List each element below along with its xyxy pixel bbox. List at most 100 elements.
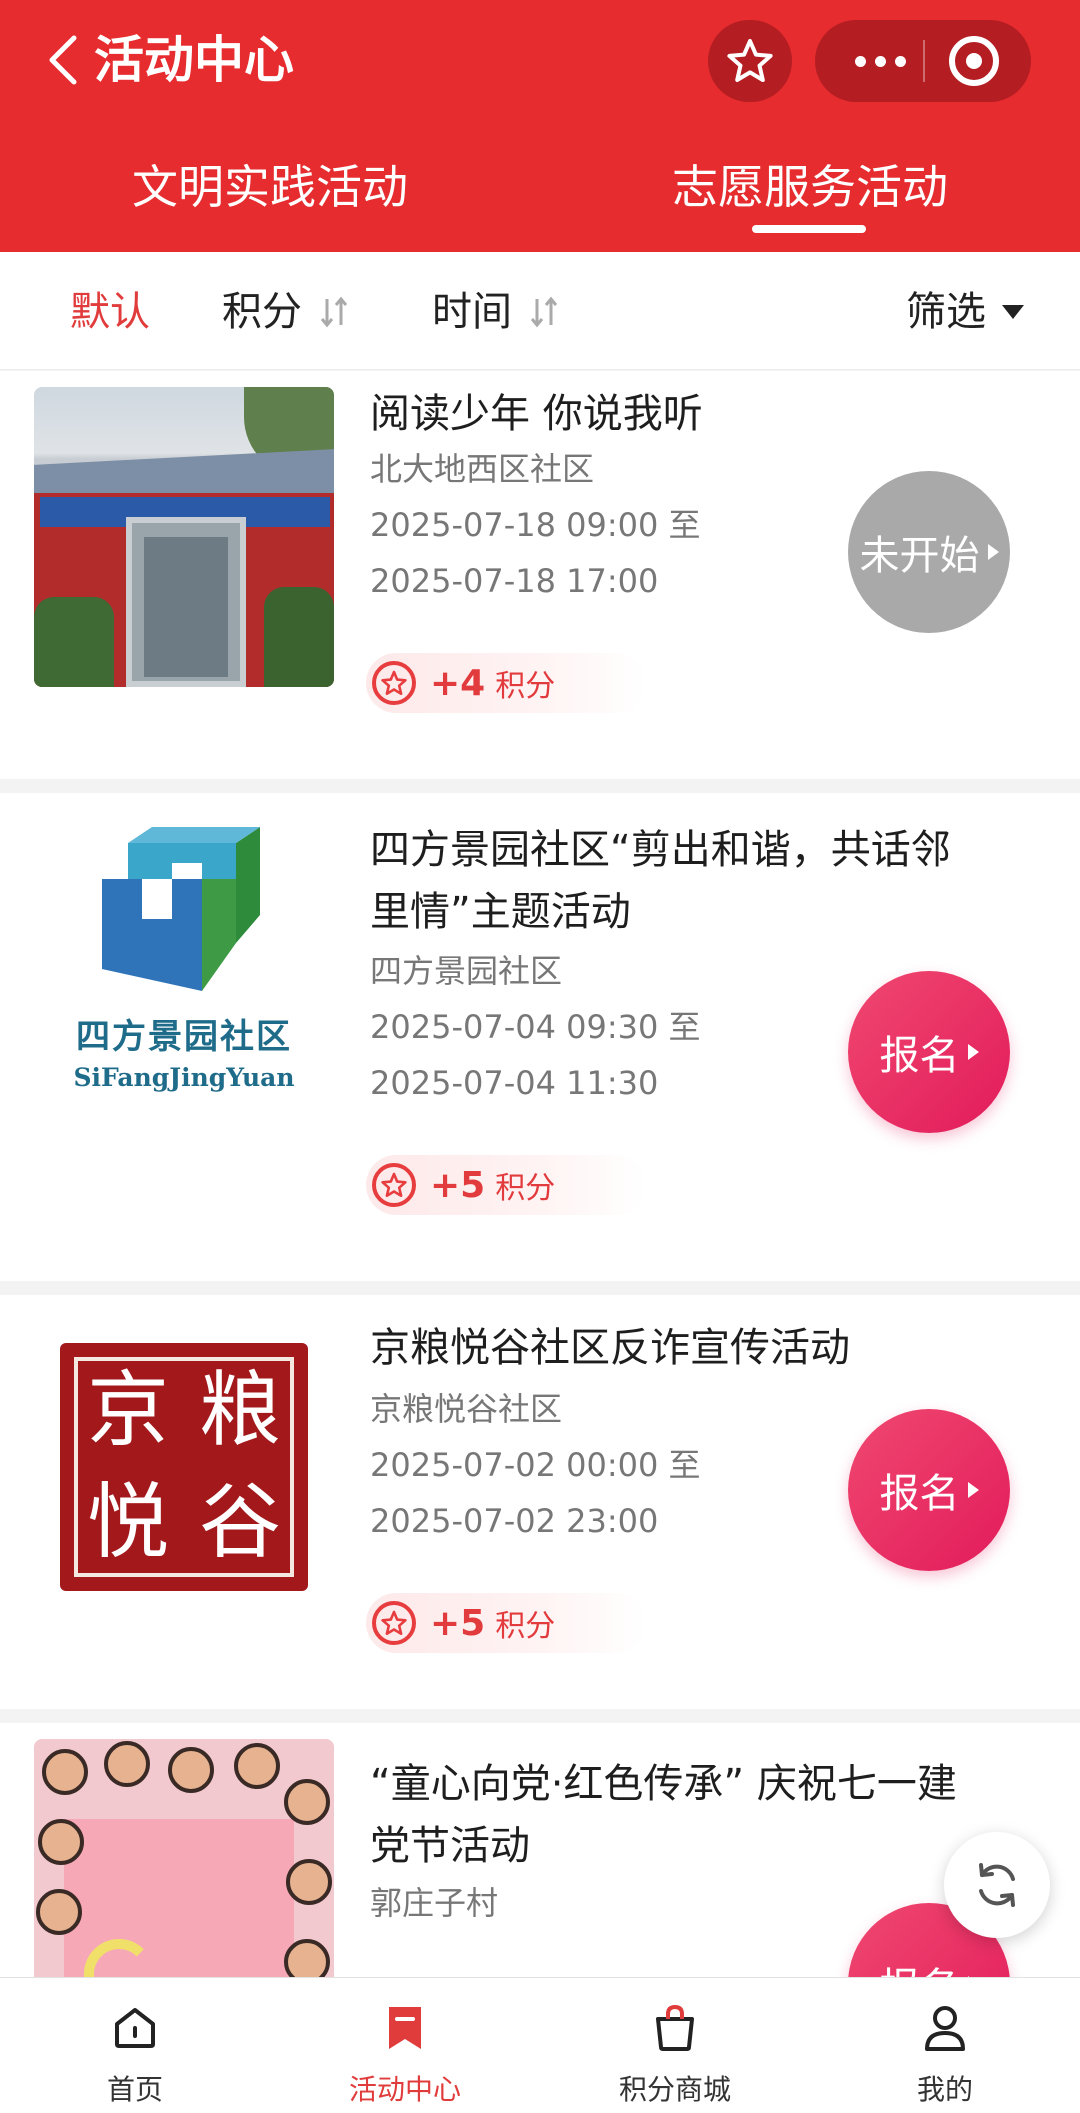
activity-meta: 京粮悦谷社区 2025-07-02 00:00 至 2025-07-02 23:… — [370, 1381, 701, 1549]
dot-icon — [874, 55, 886, 67]
seal-char: 谷 — [198, 1475, 281, 1570]
activity-card[interactable]: 四方景园社区 SiFangJingYuan 四方景园社区“剪出和谐，共话邻里情”… — [0, 793, 1080, 1281]
seal-logo: 京 粮 悦 谷 — [60, 1343, 308, 1591]
activity-title: 四方景园社区“剪出和谐，共话邻里情”主题活动 — [370, 827, 951, 935]
tabbar-item-home[interactable]: 首页 — [0, 1978, 270, 2113]
activity-card[interactable]: 京 粮 悦 谷 京粮悦谷社区反诈宣传活动 京粮悦谷社区 2025-07-02 0… — [0, 1295, 1080, 1709]
dot-icon — [894, 55, 906, 67]
tabbar-label: 首页 — [106, 2073, 163, 2106]
refresh-button[interactable] — [944, 1832, 1050, 1938]
tab-civilization-practice[interactable]: 文明实践活动 — [100, 152, 440, 222]
points-badge: +4 积分 — [366, 653, 646, 713]
activity-list: 阅读少年 你说我听 北大地西区社区 2025-07-18 09:00 至 202… — [0, 371, 1080, 1977]
activity-thumbnail: 京 粮 悦 谷 — [34, 1315, 334, 1615]
target-dot-icon — [966, 53, 982, 69]
activity-end-time: 2025-07-18 17:00 — [370, 562, 659, 600]
favorite-button[interactable] — [708, 20, 792, 102]
seal-char: 悦 — [86, 1475, 169, 1570]
dot-icon — [854, 55, 866, 67]
action-label: 报名 — [880, 1955, 960, 1977]
close-miniprogram-button[interactable] — [949, 36, 999, 86]
miniprogram-capsule — [815, 20, 1031, 102]
filter-label: 筛选 — [906, 289, 986, 335]
sort-default[interactable]: 默认 — [70, 282, 150, 342]
sort-points-label: 积分 — [222, 289, 302, 335]
tabbar-label: 积分商城 — [618, 2073, 731, 2106]
star-icon — [727, 39, 773, 82]
shopping-bag-icon — [649, 2002, 701, 2054]
activity-meta: 四方景园社区 2025-07-04 09:30 至 2025-07-04 11:… — [370, 943, 701, 1111]
activity-start-time: 2025-07-02 00:00 至 — [370, 1446, 701, 1484]
seal-char: 粮 — [198, 1363, 281, 1458]
activity-meta: 郭庄子村 — [370, 1875, 498, 1931]
activity-end-time: 2025-07-02 23:00 — [370, 1502, 659, 1540]
sifangjingyuan-logo-icon — [102, 827, 260, 991]
tabbar-label: 活动中心 — [348, 2073, 461, 2106]
caret-down-icon — [1002, 305, 1024, 319]
sort-by-points[interactable]: 积分 — [222, 282, 350, 342]
tab-volunteer-service[interactable]: 志愿服务活动 — [640, 152, 980, 222]
tabbar-item-points-mall[interactable]: 积分商城 — [540, 1978, 810, 2113]
activity-title: “童心向党·红色传承” 庆祝七一建党节活动 — [370, 1761, 957, 1869]
activity-community: 京粮悦谷社区 — [370, 1390, 563, 1428]
tabbar-item-activity-center[interactable]: 活动中心 — [270, 1978, 540, 2113]
play-arrow-icon — [967, 1044, 979, 1060]
activity-card[interactable]: “童心向党·红色传承” 庆祝七一建党节活动 郭庄子村 报名 — [0, 1723, 1080, 1977]
logo-english-text: SiFangJingYuan — [73, 1063, 295, 1092]
filter-button[interactable]: 筛选 — [906, 282, 1024, 342]
activity-community: 郭庄子村 — [370, 1884, 499, 1922]
sort-bar: 默认 积分 时间 筛选 — [0, 252, 1080, 370]
points-unit: 积分 — [495, 1171, 556, 1206]
action-label: 报名 — [879, 1471, 960, 1517]
page-title: 活动中心 — [94, 31, 294, 89]
points-badge: +5 积分 — [366, 1593, 646, 1653]
points-badge: +5 积分 — [366, 1155, 646, 1215]
points-value: +5 — [430, 1164, 486, 1206]
points-star-icon — [372, 661, 416, 705]
activity-title: 京粮悦谷社区反诈宣传活动 — [370, 1325, 850, 1371]
activity-community: 四方景园社区 — [370, 952, 563, 990]
sort-arrows-icon — [318, 295, 350, 329]
user-icon — [919, 2002, 971, 2054]
capsule-divider — [923, 40, 925, 82]
activity-start-time: 2025-07-18 09:00 至 — [370, 506, 701, 544]
activity-community: 北大地西区社区 — [370, 450, 595, 488]
sort-time-label: 时间 — [432, 289, 512, 335]
action-label: 报名 — [879, 1033, 960, 1079]
tabbar-item-mine[interactable]: 我的 — [810, 1978, 1080, 2113]
play-arrow-icon — [987, 544, 999, 560]
activity-thumbnail — [34, 1739, 334, 1977]
chevron-left-icon — [49, 35, 77, 85]
points-star-icon — [372, 1163, 416, 1207]
refresh-icon — [979, 1863, 1015, 1907]
seal-char: 京 — [86, 1363, 169, 1458]
more-button[interactable] — [845, 20, 915, 102]
points-value: +4 — [430, 662, 486, 704]
activity-card[interactable]: 阅读少年 你说我听 北大地西区社区 2025-07-18 09:00 至 202… — [0, 371, 1080, 779]
activity-thumbnail: 四方景园社区 SiFangJingYuan — [34, 811, 334, 1111]
points-unit: 积分 — [495, 1609, 556, 1644]
register-button[interactable]: 报名 — [848, 1409, 1010, 1571]
activity-start-time: 2025-07-04 09:30 至 — [370, 1008, 701, 1046]
back-button[interactable] — [40, 28, 86, 92]
bottom-tab-bar: 首页 活动中心 积分商城 我的 — [0, 1977, 1080, 2113]
points-unit: 积分 — [495, 669, 556, 704]
sort-arrows-icon — [528, 295, 560, 329]
action-label: 未开始 — [859, 533, 980, 579]
sort-default-label: 默认 — [70, 289, 150, 335]
activity-title: 阅读少年 你说我听 — [370, 391, 703, 437]
activity-thumbnail — [34, 387, 334, 687]
bookmark-icon — [379, 2002, 431, 2054]
sort-by-time[interactable]: 时间 — [432, 282, 560, 342]
app-header: 活动中心 文明实践活动 志愿服务活动 — [0, 0, 1080, 252]
register-button[interactable]: 报名 — [848, 971, 1010, 1133]
active-tab-indicator — [752, 225, 866, 233]
logo-chinese-text: 四方景园社区 — [76, 1017, 292, 1057]
home-icon — [109, 2002, 161, 2054]
play-arrow-icon — [967, 1482, 979, 1498]
tabbar-label: 我的 — [916, 2073, 973, 2106]
activity-meta: 北大地西区社区 2025-07-18 09:00 至 2025-07-18 17… — [370, 441, 701, 609]
points-star-icon — [372, 1601, 416, 1645]
not-started-button[interactable]: 未开始 — [848, 471, 1010, 633]
points-value: +5 — [430, 1602, 486, 1644]
